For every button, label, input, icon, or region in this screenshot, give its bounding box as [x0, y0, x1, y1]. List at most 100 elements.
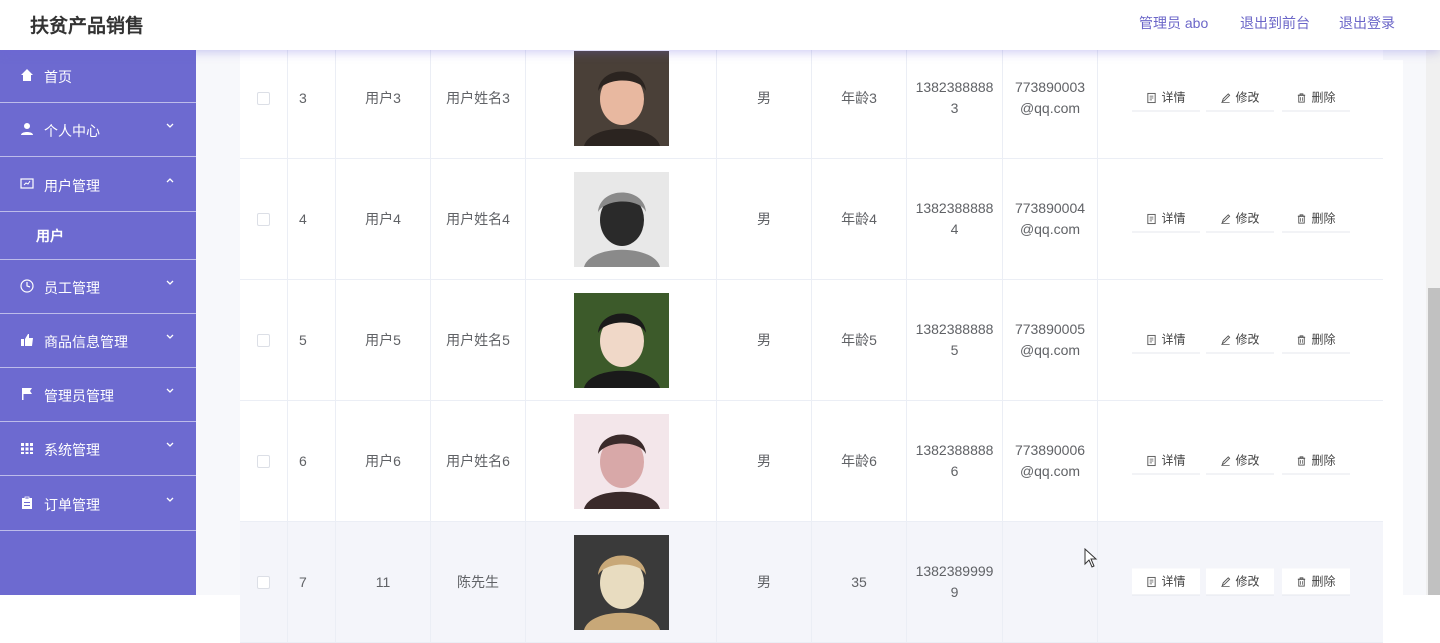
chevron-down-icon	[166, 442, 174, 447]
edit-button[interactable]: 修改	[1206, 568, 1274, 596]
edit-button[interactable]: 修改	[1206, 326, 1274, 354]
table-row: 6 用户6 用户姓名6 男年龄6 13823888886 773890006@qq.com…	[240, 401, 1383, 522]
flag-icon	[22, 388, 32, 400]
avatar-cell	[526, 38, 717, 158]
row-checkbox-cell	[240, 159, 288, 279]
edit-icon	[1221, 213, 1231, 224]
sidebar-item-home[interactable]: 首页	[0, 50, 196, 103]
grid-icon	[21, 443, 33, 454]
delete-button-label: 删除	[1311, 90, 1336, 104]
sidebar-item-product-info-management[interactable]: 商品信息管理	[0, 315, 196, 368]
edit-button-label: 修改	[1235, 574, 1260, 588]
gender-cell: 男	[717, 38, 812, 158]
row-checkbox[interactable]	[257, 333, 270, 347]
sidebar-item-label: 订单管理	[44, 497, 100, 513]
detail-button[interactable]: 详情	[1132, 84, 1200, 112]
phone-cell: 13823888885	[907, 280, 1003, 400]
age-cell: 年龄4	[812, 159, 907, 279]
sidebar-item-system-management[interactable]: 系统管理	[0, 423, 196, 476]
chevron-down-icon	[166, 123, 174, 128]
back-to-frontend-link[interactable]: 退出到前台	[1240, 13, 1310, 33]
index-cell: 6	[288, 401, 336, 521]
email-text: 773890006@qq.com	[1014, 442, 1086, 479]
admin-username-link[interactable]: 管理员 abo	[1139, 13, 1208, 33]
sidebar-item-label: 用户管理	[44, 178, 100, 194]
email-text: 773890005@qq.com	[1014, 321, 1086, 358]
phone-cell: 13823888884	[907, 159, 1003, 279]
detail-button-label: 详情	[1161, 90, 1186, 104]
sidebar-item-order-management[interactable]: 订单管理	[0, 478, 196, 531]
actions-cell: 详情 修改 删除	[1098, 522, 1383, 642]
phone-cell: 13823888883	[907, 38, 1003, 158]
sidebar-item-user-management[interactable]: 用户管理	[0, 159, 196, 212]
edit-button[interactable]: 修改	[1206, 205, 1274, 233]
edit-button-label: 修改	[1235, 211, 1260, 225]
actions-cell: 详情 修改 删除	[1098, 401, 1383, 521]
edit-icon	[1221, 92, 1231, 103]
document-icon	[1147, 334, 1157, 345]
row-checkbox[interactable]	[257, 91, 270, 105]
age-cell: 年龄6	[812, 401, 907, 521]
name-cell: 用户姓名5	[431, 280, 526, 400]
sidebar-item-label: 首页	[44, 69, 72, 85]
delete-button[interactable]: 删除	[1282, 205, 1350, 233]
scrollbar-thumb[interactable]	[1428, 288, 1440, 595]
email-cell: 773890005@qq.com	[1003, 280, 1098, 400]
account-cell: 用户6	[336, 401, 431, 521]
trash-icon	[1298, 213, 1306, 224]
sidebar-item-personal-center[interactable]: 个人中心	[0, 104, 196, 157]
gender-cell: 男	[717, 401, 812, 521]
age-cell: 年龄3	[812, 38, 907, 158]
delete-button-label: 删除	[1311, 211, 1336, 225]
table-row: 3 用户3 用户姓名3 男年龄3 13823888883 773890003@qq.com…	[240, 38, 1383, 159]
user-avatar-image	[573, 50, 669, 146]
chevron-down-icon	[166, 280, 174, 285]
detail-button-label: 详情	[1161, 332, 1186, 346]
edit-icon	[1221, 455, 1231, 466]
delete-button[interactable]: 删除	[1282, 568, 1350, 596]
row-checkbox[interactable]	[257, 212, 270, 226]
table-row: 7 11 陈先生 男 35 13823899999 详情 修改 删除	[240, 522, 1383, 643]
sidebar-menu: 首页 个人中心 用户管理 用户 员工管理 商品信息管理 管理员管理 系统管理 订…	[0, 50, 196, 595]
sidebar-subitem-user[interactable]: 用户	[0, 212, 196, 260]
phone-text: 13823888884	[915, 200, 994, 237]
user-table: 3 用户3 用户姓名3 男年龄3 13823888883 773890003@qq.com…	[240, 38, 1403, 643]
document-icon	[1147, 455, 1157, 466]
user-avatar-image	[573, 534, 669, 630]
table-row: 5 用户5 用户姓名5 男年龄5 13823888885 773890005@qq.com…	[240, 280, 1383, 401]
actions-cell: 详情 修改 删除	[1098, 159, 1383, 279]
document-icon	[1147, 92, 1157, 103]
edit-button-label: 修改	[1235, 332, 1260, 346]
row-checkbox[interactable]	[257, 454, 270, 468]
edit-icon	[1221, 334, 1231, 345]
edit-button[interactable]: 修改	[1206, 84, 1274, 112]
detail-button-label: 详情	[1161, 453, 1186, 467]
logout-link[interactable]: 退出登录	[1339, 13, 1395, 33]
detail-button-label: 详情	[1161, 211, 1186, 225]
name-cell: 陈先生	[431, 522, 526, 642]
chevron-up-icon	[166, 178, 174, 183]
chevron-down-icon	[166, 497, 174, 502]
delete-button[interactable]: 删除	[1282, 84, 1350, 112]
edit-button[interactable]: 修改	[1206, 447, 1274, 475]
row-checkbox[interactable]	[257, 575, 270, 589]
user-avatar-image	[573, 292, 669, 388]
email-cell	[1003, 522, 1098, 642]
detail-button[interactable]: 详情	[1132, 447, 1200, 475]
name-cell: 用户姓名3	[431, 38, 526, 158]
user-avatar-image	[573, 413, 669, 509]
detail-button[interactable]: 详情	[1132, 568, 1200, 596]
delete-button-label: 删除	[1311, 332, 1336, 346]
trash-icon	[1298, 92, 1306, 103]
sidebar-item-admin-management[interactable]: 管理员管理	[0, 369, 196, 422]
detail-button[interactable]: 详情	[1132, 326, 1200, 354]
detail-button[interactable]: 详情	[1132, 205, 1200, 233]
clipboard-icon	[22, 496, 32, 509]
index-cell: 4	[288, 159, 336, 279]
delete-button-label: 删除	[1311, 574, 1336, 588]
phone-text: 13823888885	[915, 321, 994, 358]
email-cell: 773890004@qq.com	[1003, 159, 1098, 279]
sidebar-item-staff-management[interactable]: 员工管理	[0, 261, 196, 314]
delete-button[interactable]: 删除	[1282, 326, 1350, 354]
delete-button[interactable]: 删除	[1282, 447, 1350, 475]
